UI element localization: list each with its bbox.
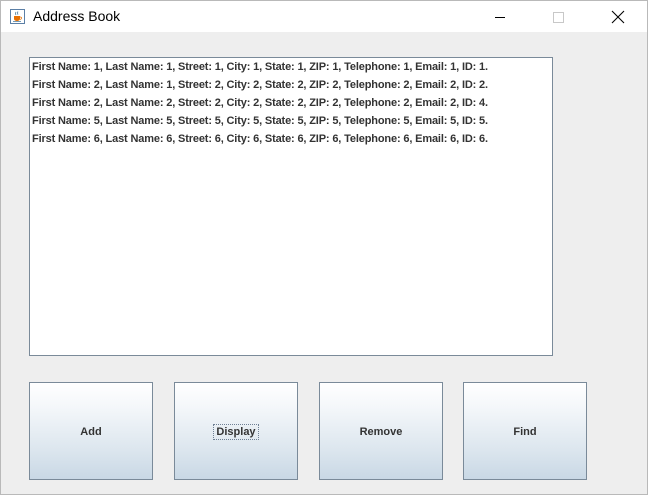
maximize-button[interactable] (535, 1, 581, 32)
remove-button[interactable]: Remove (319, 382, 443, 480)
title-bar[interactable]: Address Book (1, 1, 647, 32)
find-button-label: Find (513, 426, 537, 438)
remove-button-label: Remove (359, 426, 403, 438)
content-panel: First Name: 1, Last Name: 1, Street: 1, … (1, 32, 647, 494)
window-title: Address Book (33, 8, 121, 24)
address-list[interactable]: First Name: 1, Last Name: 1, Street: 1, … (29, 57, 553, 356)
add-button-label: Add (80, 426, 102, 438)
java-cup-icon[interactable] (10, 9, 25, 24)
list-item[interactable]: First Name: 6, Last Name: 6, Street: 6, … (32, 133, 488, 145)
close-button[interactable] (595, 1, 641, 32)
display-button[interactable]: Display (174, 382, 298, 480)
add-button[interactable]: Add (29, 382, 153, 480)
minimize-icon (495, 17, 505, 18)
display-button-label: Display (213, 424, 259, 440)
list-item[interactable]: First Name: 1, Last Name: 1, Street: 1, … (32, 61, 488, 73)
list-item[interactable]: First Name: 2, Last Name: 2, Street: 2, … (32, 97, 488, 109)
address-book-window: Address Book First Name: 1, Last Name: 1… (0, 0, 648, 495)
list-item[interactable]: First Name: 5, Last Name: 5, Street: 5, … (32, 115, 488, 127)
minimize-button[interactable] (477, 1, 523, 32)
close-icon (611, 10, 625, 24)
find-button[interactable]: Find (463, 382, 587, 480)
list-item[interactable]: First Name: 2, Last Name: 1, Street: 2, … (32, 79, 488, 91)
maximize-icon (553, 12, 564, 23)
